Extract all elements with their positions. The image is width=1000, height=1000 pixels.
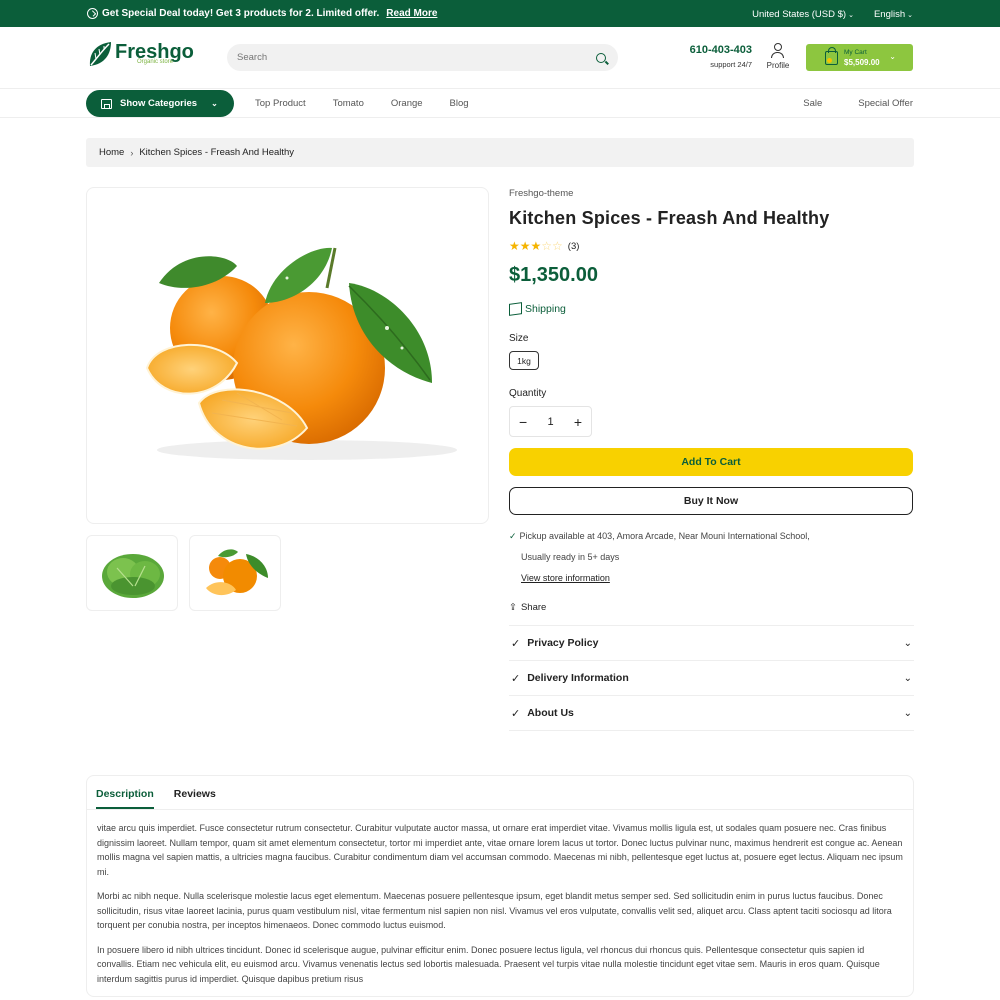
promo-bar: Get Special Deal today! Get 3 products f…: [0, 0, 1000, 27]
phone-contact: 610-403-403 support 24/7: [688, 44, 752, 69]
accordion-label: Delivery Information: [527, 672, 629, 684]
accordion-delivery-information[interactable]: ✓ Delivery Information ⌄: [509, 661, 914, 696]
profile-label: Profile: [766, 61, 790, 70]
tab-reviews[interactable]: Reviews: [174, 788, 216, 809]
review-count: (3): [567, 240, 580, 252]
cart-total: $5,509.00: [844, 57, 880, 67]
checkmark-icon: ✓: [511, 637, 521, 650]
show-categories-label: Show Categories: [120, 98, 198, 109]
nav-link-orange[interactable]: Orange: [391, 98, 423, 109]
promo-text: Get Special Deal today! Get 3 products f…: [102, 8, 380, 19]
chevron-down-icon: ⌄: [907, 12, 913, 19]
check-circle-icon: [87, 8, 98, 19]
product-price: $1,350.00: [509, 264, 598, 286]
shipping-label: Shipping: [525, 303, 566, 315]
pickup-ready-time: Usually ready in 5+ days: [521, 552, 620, 562]
star-rating-icon: ★★★☆☆: [509, 239, 563, 253]
quantity-stepper: − 1 +: [509, 406, 592, 437]
store-icon: [101, 98, 112, 109]
oranges-thumb-image: [206, 549, 268, 596]
view-store-info-link[interactable]: View store information: [521, 573, 610, 583]
breadcrumb-home[interactable]: Home: [99, 147, 124, 158]
minus-button[interactable]: −: [519, 414, 527, 430]
quantity-value[interactable]: 1: [547, 416, 553, 428]
chevron-down-icon: ⌄: [889, 52, 896, 61]
share-button[interactable]: ⇪ Share: [509, 602, 914, 613]
product-tabs-panel: Description Reviews vitae arcu quis impe…: [86, 775, 914, 997]
product-info: Freshgo-theme Kitchen Spices - Freash An…: [509, 188, 914, 731]
site-header: Freshgo Organic store 610-403-403 suppor…: [0, 27, 1000, 89]
description-paragraph: In posuere libero id nibh ultrices tinci…: [97, 944, 880, 984]
chevron-down-icon: ⌄: [211, 99, 218, 108]
plus-button[interactable]: +: [574, 414, 582, 430]
add-to-cart-button[interactable]: Add To Cart: [509, 448, 913, 476]
nav-link-special-offer[interactable]: Special Offer: [858, 98, 913, 109]
size-option-1kg[interactable]: 1kg: [509, 351, 539, 370]
read-more-link[interactable]: Read More: [386, 8, 437, 19]
lettuce-image: [102, 554, 164, 598]
profile-button[interactable]: Profile: [763, 43, 793, 70]
phone-number[interactable]: 610-403-403: [688, 44, 752, 56]
thumbnail-lettuce[interactable]: [86, 535, 178, 611]
share-label: Share: [520, 602, 547, 613]
search-input[interactable]: [237, 52, 596, 63]
cart-button[interactable]: My Cart $5,509.00 ⌄: [806, 44, 913, 71]
logo-tagline: Organic store: [137, 59, 174, 65]
chevron-down-icon: ⌄: [848, 12, 854, 19]
chevron-down-icon: ⌄: [903, 707, 912, 719]
quantity-label: Quantity: [509, 388, 547, 399]
chevron-down-icon: ⌄: [903, 672, 912, 684]
nav-link-top-product[interactable]: Top Product: [255, 98, 306, 109]
nav-link-tomato[interactable]: Tomato: [333, 98, 364, 109]
promo-message: Get Special Deal today! Get 3 products f…: [87, 8, 437, 19]
checkmark-icon: ✓: [509, 531, 517, 541]
accordion-label: Privacy Policy: [527, 637, 599, 649]
chevron-down-icon: ⌄: [903, 637, 912, 649]
accordion-label: About Us: [527, 707, 574, 719]
nav-link-sale[interactable]: Sale: [803, 98, 822, 109]
product-rating[interactable]: ★★★☆☆ (3): [509, 239, 914, 253]
product-vendor: Freshgo-theme: [509, 188, 574, 199]
share-icon: ⇪: [509, 602, 517, 613]
size-label: Size: [509, 333, 529, 344]
checkmark-icon: ✓: [511, 707, 521, 720]
search-bar[interactable]: [227, 44, 618, 71]
currency-selector[interactable]: United States (USD $) ⌄: [752, 9, 854, 20]
support-label: support 24/7: [710, 60, 752, 69]
description-paragraph: Morbi ac nibh neque. Nulla scelerisque m…: [97, 891, 892, 930]
accordion-about-us[interactable]: ✓ About Us ⌄: [509, 696, 914, 731]
pickup-location: Pickup available at 403, Amora Arcade, N…: [519, 531, 810, 541]
product-main-image[interactable]: [86, 187, 489, 524]
accordion-privacy-policy[interactable]: ✓ Privacy Policy ⌄: [509, 626, 914, 661]
language-selector[interactable]: English ⌄: [874, 9, 913, 20]
pickup-info: ✓ Pickup available at 403, Amora Arcade, …: [509, 526, 914, 589]
search-icon[interactable]: [596, 52, 606, 63]
cart-label: My Cart: [844, 48, 867, 56]
info-accordion: ✓ Privacy Policy ⌄ ✓ Delivery Informatio…: [509, 625, 914, 731]
main-nav: Show Categories ⌄ Top Product Tomato Ora…: [0, 89, 1000, 118]
show-categories-button[interactable]: Show Categories ⌄: [86, 90, 234, 117]
breadcrumb: Home › Kitchen Spices - Freash And Healt…: [86, 138, 914, 167]
chevron-right-icon: ›: [130, 147, 134, 158]
oranges-image: [145, 247, 457, 460]
breadcrumb-current: Kitchen Spices - Freash And Healthy: [139, 147, 295, 158]
shopping-bag-icon: [825, 46, 838, 65]
nav-link-blog[interactable]: Blog: [450, 98, 469, 109]
checkmark-icon: ✓: [511, 672, 521, 685]
thumbnail-oranges[interactable]: [189, 535, 281, 611]
product-title: Kitchen Spices - Freash And Healthy: [509, 208, 830, 228]
shipping-link[interactable]: Shipping: [509, 302, 914, 316]
logo[interactable]: Freshgo Organic store: [87, 40, 194, 68]
leaf-logo-icon: [87, 40, 111, 68]
buy-now-button[interactable]: Buy It Now: [509, 487, 913, 515]
description-paragraph: vitae arcu quis imperdiet. Fusce consect…: [97, 823, 903, 877]
user-icon: [771, 43, 785, 59]
package-icon: [509, 302, 522, 316]
tab-description[interactable]: Description: [96, 788, 154, 809]
